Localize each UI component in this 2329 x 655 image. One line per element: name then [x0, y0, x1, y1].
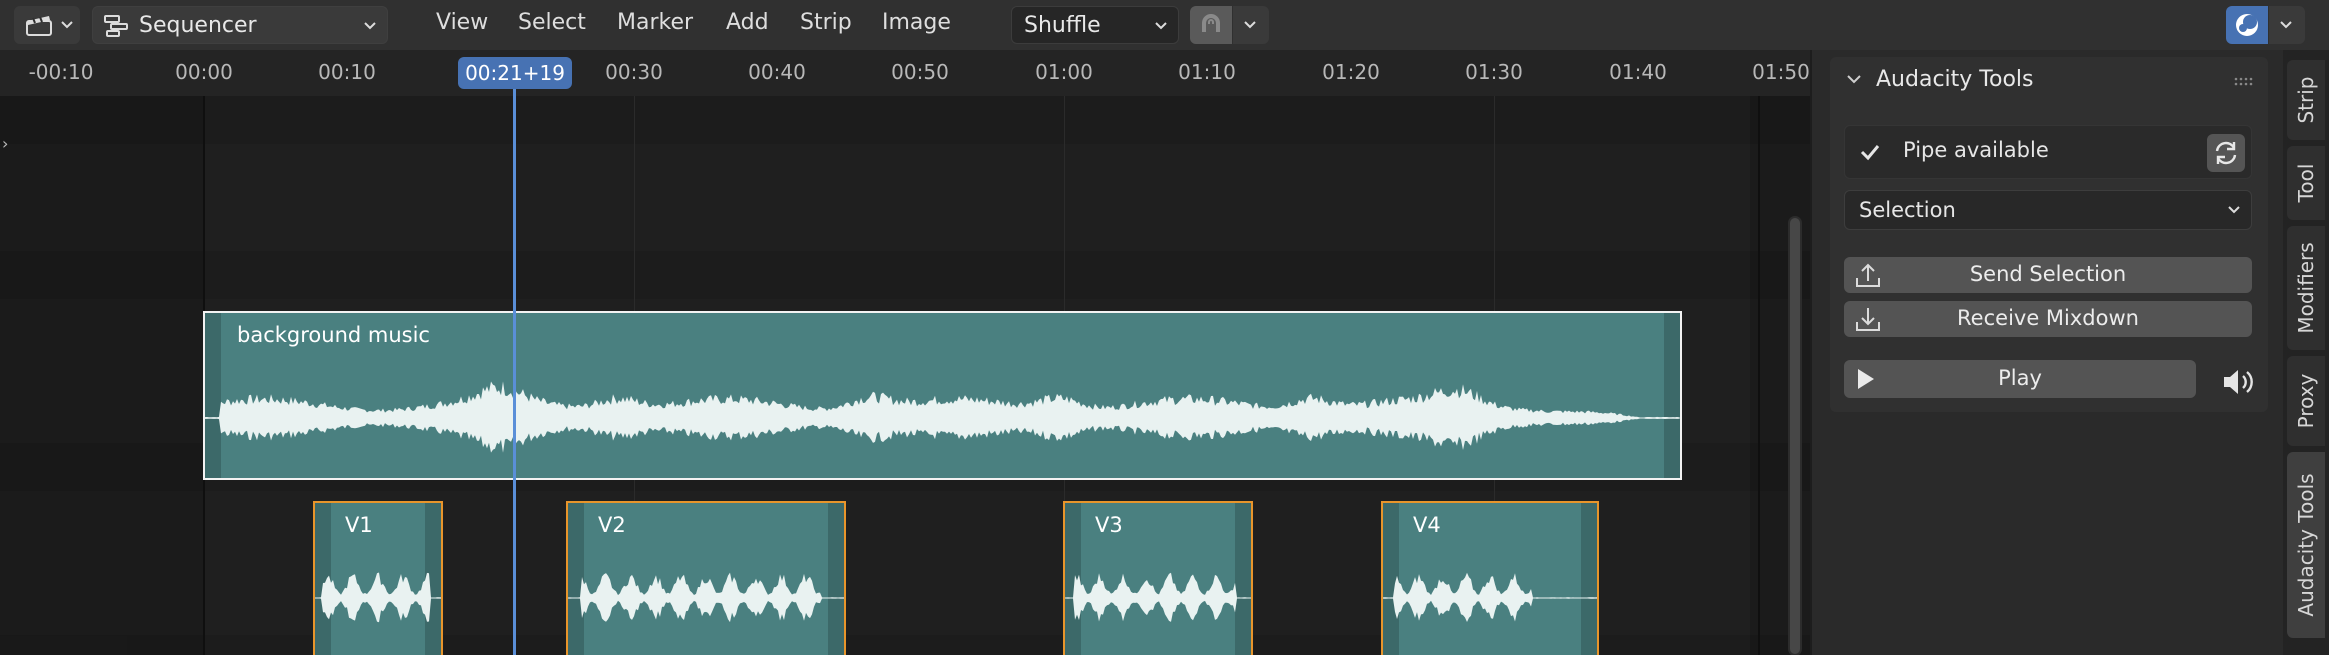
tab-label: Audacity Tools: [2294, 473, 2318, 617]
refresh-button[interactable]: [2207, 134, 2245, 172]
scene-end-line: [1758, 96, 1760, 655]
drag-grip-icon[interactable]: [2234, 77, 2254, 87]
refresh-icon: [2215, 141, 2237, 165]
play-label: Play: [1998, 366, 2042, 390]
tab-label: Proxy: [2294, 373, 2318, 429]
channel-band: [0, 96, 1810, 144]
waveform-shape: [1383, 572, 1597, 622]
receive-mixdown-label: Receive Mixdown: [1957, 306, 2139, 330]
overlap-mode-dropdown[interactable]: Shuffle: [1011, 6, 1179, 44]
editor-type-button[interactable]: [14, 6, 80, 44]
strip-name: background music: [237, 323, 430, 347]
magnet-icon: [1202, 14, 1220, 32]
sidebar-tabs: Strip Tool Modifiers Proxy Audacity Tool…: [2283, 50, 2329, 655]
chevron-down-icon: [1847, 75, 1861, 84]
waveform: [315, 572, 441, 623]
sequencer-timeline[interactable]: -00:10 00:00 00:10 00:30 00:40 00:50 01:…: [0, 50, 1810, 655]
menu-select[interactable]: Select: [518, 10, 586, 35]
pipe-status-label: Pipe available: [1903, 138, 2049, 162]
ruler-label: 01:30: [1465, 60, 1523, 84]
tab-tool[interactable]: Tool: [2287, 146, 2325, 220]
ruler-label: 01:50: [1752, 60, 1810, 84]
tab-audacity-tools[interactable]: Audacity Tools: [2287, 452, 2325, 638]
chevron-down-icon: [2280, 21, 2292, 29]
strip-name: V2: [598, 513, 626, 537]
menu-strip[interactable]: Strip: [800, 10, 852, 35]
waveform-shape: [205, 381, 1679, 453]
waveform: [568, 572, 844, 623]
waveform-shape: [315, 572, 441, 623]
waveform: [205, 381, 1680, 453]
ruler-label: 00:50: [891, 60, 949, 84]
menu-image[interactable]: Image: [882, 10, 951, 35]
receive-mixdown-button[interactable]: Receive Mixdown: [1844, 301, 2252, 337]
tab-label: Modifiers: [2294, 242, 2318, 334]
chevron-down-icon: [1155, 22, 1167, 30]
menu-marker[interactable]: Marker: [617, 10, 693, 35]
waveform: [1065, 572, 1251, 622]
audacity-tools-panel: Audacity Tools Pipe available Selection …: [1830, 57, 2268, 412]
sequencer-icon: [104, 15, 128, 37]
selection-mode-label: Selection: [1859, 198, 1956, 222]
send-selection-button[interactable]: Send Selection: [1844, 257, 2252, 293]
sound-strip[interactable]: V2: [566, 501, 846, 655]
sound-strip[interactable]: V1: [313, 501, 443, 655]
sound-strip[interactable]: V3: [1063, 501, 1253, 655]
header-bar: Sequencer View Select Marker Add Strip I…: [0, 0, 2329, 50]
sound-strip[interactable]: V4: [1381, 501, 1599, 655]
ruler-label: 01:10: [1178, 60, 1236, 84]
tab-strip[interactable]: Strip: [2287, 60, 2325, 140]
ruler-label: -00:10: [28, 60, 94, 84]
overlay-toggle-button[interactable]: [2226, 6, 2268, 44]
clapperboard-icon: [26, 16, 52, 36]
chevron-down-icon: [2228, 206, 2240, 214]
ruler-label: 00:40: [748, 60, 806, 84]
chevron-down-icon: [1244, 21, 1256, 29]
snap-toggle-button[interactable]: [1190, 6, 1232, 44]
ruler-label: 01:20: [1322, 60, 1380, 84]
ruler-label: 01:40: [1609, 60, 1667, 84]
channel-band: [0, 251, 1810, 299]
tab-label: Strip: [2294, 76, 2318, 124]
time-ruler[interactable]: -00:10 00:00 00:10 00:30 00:40 00:50 01:…: [0, 50, 1810, 96]
panel-title: Audacity Tools: [1876, 67, 2034, 92]
strip-name: V4: [1413, 513, 1441, 537]
strip-name: V3: [1095, 513, 1123, 537]
ruler-label: 00:10: [318, 60, 376, 84]
ruler-label: 00:30: [605, 60, 663, 84]
playhead-time-label[interactable]: 00:21+19: [458, 57, 572, 89]
strip-name: V1: [345, 513, 373, 537]
view-type-dropdown[interactable]: Sequencer: [92, 6, 388, 44]
chevron-down-icon: [61, 21, 73, 29]
speaker-icon[interactable]: [2222, 367, 2256, 397]
tab-label: Tool: [2294, 163, 2318, 203]
ruler-label: 01:00: [1035, 60, 1093, 84]
overlay-options-dropdown[interactable]: [2269, 6, 2305, 44]
overlay-icon: [2236, 14, 2258, 36]
scene-out-of-range-shade: [0, 96, 203, 655]
sound-strip[interactable]: background music: [203, 311, 1682, 480]
chevron-right-icon[interactable]: ›: [2, 134, 8, 153]
send-selection-label: Send Selection: [1969, 262, 2127, 286]
playhead[interactable]: [513, 68, 516, 655]
menu-view[interactable]: View: [436, 10, 488, 35]
waveform-shape: [1065, 572, 1251, 622]
view-type-label: Sequencer: [139, 13, 257, 38]
waveform-shape: [568, 572, 844, 623]
pipe-status-row: Pipe available: [1844, 125, 2252, 179]
ruler-label: 00:00: [175, 60, 233, 84]
selection-mode-dropdown[interactable]: Selection: [1844, 190, 2252, 230]
waveform: [1383, 572, 1597, 622]
snap-options-dropdown[interactable]: [1233, 6, 1269, 44]
vertical-scrollbar[interactable]: [1788, 216, 1802, 655]
scrollbar-thumb[interactable]: [1790, 218, 1800, 654]
menu-add[interactable]: Add: [726, 10, 769, 35]
chevron-down-icon: [364, 22, 376, 30]
play-button[interactable]: Play: [1844, 360, 2196, 398]
checkmark-icon: [1860, 145, 1880, 161]
tab-proxy[interactable]: Proxy: [2287, 356, 2325, 446]
overlap-mode-label: Shuffle: [1024, 13, 1101, 38]
tab-modifiers[interactable]: Modifiers: [2287, 226, 2325, 350]
panel-header[interactable]: Audacity Tools: [1830, 57, 2268, 105]
